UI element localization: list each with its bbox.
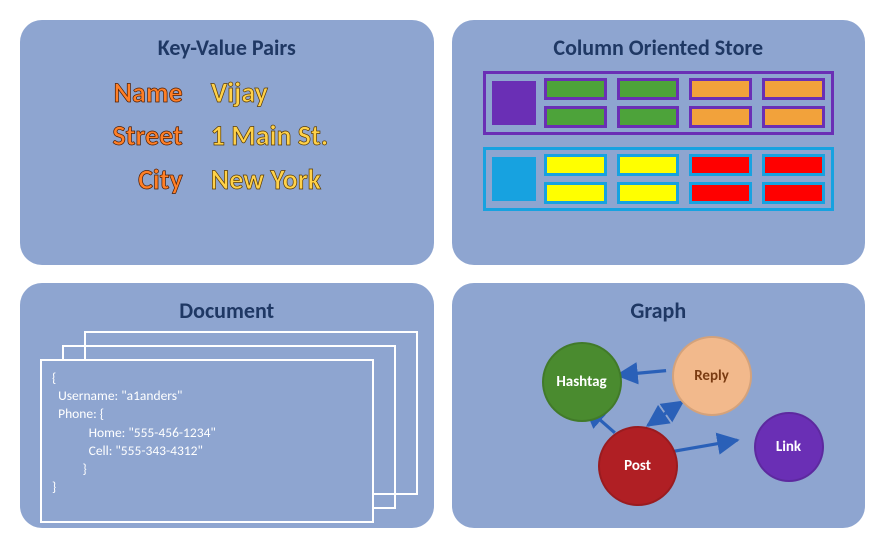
document-stack: { Username: "a1anders" Phone: { Home: "5…: [40, 331, 412, 510]
column-cell: [689, 182, 752, 204]
column-cell: [544, 106, 607, 128]
column-cell: [617, 106, 680, 128]
graph-node-reply: Reply: [672, 336, 752, 416]
kv-value: New York: [211, 158, 391, 201]
graph-node-link: Link: [754, 412, 824, 482]
column-cell: [762, 78, 825, 100]
column-cell: [689, 78, 752, 100]
column-cell: [617, 182, 680, 204]
kv-row: Name Vijay: [36, 71, 418, 114]
kv-row: Street 1 Main St.: [36, 114, 418, 157]
document-page-front: { Username: "a1anders" Phone: { Home: "5…: [40, 359, 374, 523]
card-graph: Graph Hashtag Reply Post Link: [452, 283, 866, 528]
kv-value: 1 Main St.: [211, 114, 391, 157]
card-document: Document { Username: "a1anders" Phone: {…: [20, 283, 434, 528]
graph-node-hashtag: Hashtag: [542, 342, 622, 422]
card-title: Column Oriented Store: [468, 34, 850, 61]
column-cells: [544, 78, 825, 128]
column-family: [483, 147, 834, 211]
kv-value: Vijay: [211, 71, 391, 114]
column-cell: [689, 154, 752, 176]
card-title: Document: [36, 297, 418, 324]
column-cell: [617, 154, 680, 176]
column-cells: [544, 154, 825, 204]
card-title: Key-Value Pairs: [36, 34, 418, 61]
card-title: Graph: [468, 297, 850, 324]
column-cell: [544, 154, 607, 176]
column-cell: [617, 78, 680, 100]
column-cell: [762, 106, 825, 128]
kv-key: Street: [63, 114, 183, 157]
kv-key: Name: [63, 71, 183, 114]
column-family: [483, 71, 834, 135]
column-family-head: [492, 81, 536, 125]
card-column-store: Column Oriented Store: [452, 20, 866, 265]
kv-rows: Name Vijay Street 1 Main St. City New Yo…: [36, 71, 418, 201]
graph-area: Hashtag Reply Post Link: [468, 334, 850, 517]
column-cell: [544, 182, 607, 204]
column-cell: [689, 106, 752, 128]
column-family-head: [492, 157, 536, 201]
kv-key: City: [63, 158, 183, 201]
graph-node-post: Post: [598, 426, 678, 506]
column-cell: [762, 154, 825, 176]
card-key-value: Key-Value Pairs Name Vijay Street 1 Main…: [20, 20, 434, 265]
column-cell: [762, 182, 825, 204]
diagram-grid: Key-Value Pairs Name Vijay Street 1 Main…: [20, 20, 865, 528]
column-cell: [544, 78, 607, 100]
document-body: { Username: "a1anders" Phone: { Home: "5…: [42, 361, 372, 505]
kv-row: City New York: [36, 158, 418, 201]
